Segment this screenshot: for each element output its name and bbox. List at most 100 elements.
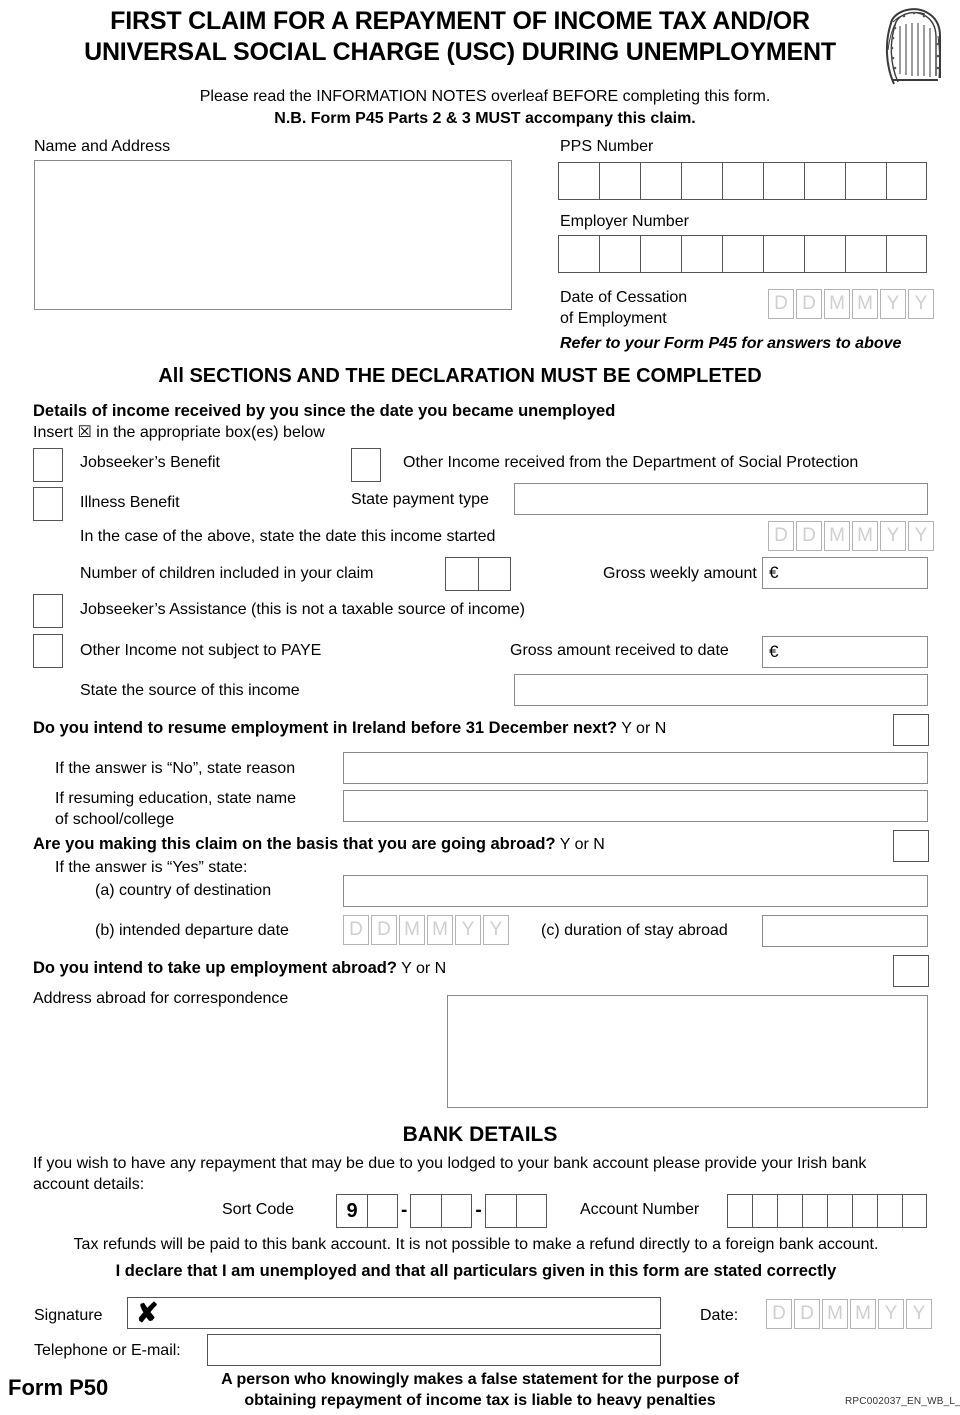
date-cell-month2[interactable]: M (850, 1299, 876, 1329)
date-cell-day1[interactable]: D (343, 915, 369, 945)
insert-suffix-text: in the appropriate box(es) below (96, 424, 325, 441)
pps-cell[interactable] (886, 162, 927, 200)
cessation-date-input[interactable]: D D M M Y Y (768, 289, 934, 319)
date-cell-month2[interactable]: M (852, 289, 878, 319)
account-number-label: Account Number (580, 1201, 700, 1218)
other-income-paye-checkbox[interactable] (33, 634, 63, 668)
departure-date-input[interactable]: D D M M Y Y (343, 915, 509, 945)
employer-cell[interactable] (886, 235, 927, 273)
sort-code-cell[interactable] (484, 1194, 516, 1228)
telephone-email-input[interactable] (207, 1334, 661, 1366)
other-income-dsp-label: Other Income received from the Departmen… (403, 454, 859, 471)
sort-code-label: Sort Code (222, 1201, 295, 1218)
checked-box-icon: ☒ (77, 424, 92, 441)
country-destination-input[interactable] (343, 875, 928, 907)
date-cell-year1[interactable]: Y (880, 521, 906, 551)
date-cell-day1[interactable]: D (768, 289, 794, 319)
employer-cell[interactable] (558, 235, 599, 273)
account-number-input[interactable] (727, 1194, 927, 1228)
account-number-cell[interactable] (827, 1194, 852, 1228)
pps-cell[interactable] (722, 162, 763, 200)
date-cell-day1[interactable]: D (768, 521, 794, 551)
date-cell-year1[interactable]: Y (880, 289, 906, 319)
date-cell-month1[interactable]: M (399, 915, 425, 945)
sort-code-cell[interactable] (515, 1194, 547, 1228)
children-count-input[interactable] (445, 557, 511, 591)
date-cell-day2[interactable]: D (794, 1299, 820, 1329)
p45-note-subtitle: N.B. Form P45 Parts 2 & 3 MUST accompany… (274, 110, 696, 127)
pps-cell[interactable] (804, 162, 845, 200)
employer-cell[interactable] (640, 235, 681, 273)
employment-abroad-answer-input[interactable] (893, 955, 929, 987)
income-started-date-input[interactable]: D D M M Y Y (768, 521, 934, 551)
no-reason-input[interactable] (343, 752, 928, 784)
children-cell[interactable] (445, 557, 478, 591)
state-payment-type-input[interactable] (514, 483, 928, 515)
children-cell[interactable] (478, 557, 511, 591)
employer-cell[interactable] (599, 235, 640, 273)
employer-cell[interactable] (763, 235, 804, 273)
date-cell-year2[interactable]: Y (908, 289, 934, 319)
sort-code-separator: - (475, 1200, 482, 1221)
pps-cell[interactable] (640, 162, 681, 200)
account-number-cell[interactable] (877, 1194, 902, 1228)
date-cell-year2[interactable]: Y (908, 521, 934, 551)
sort-code-cell[interactable] (441, 1194, 473, 1228)
sort-code-input[interactable]: 9 - - (336, 1194, 547, 1228)
jobseekers-benefit-checkbox[interactable] (33, 448, 63, 482)
school-college-input[interactable] (343, 790, 928, 822)
date-cell-year1[interactable]: Y (878, 1299, 904, 1329)
jobseekers-assistance-checkbox[interactable] (33, 594, 63, 628)
pps-cell[interactable] (599, 162, 640, 200)
employer-cell[interactable] (722, 235, 763, 273)
date-cell-year1[interactable]: Y (455, 915, 481, 945)
page-title-line1: FIRST CLAIM FOR A REPAYMENT OF INCOME TA… (110, 7, 810, 35)
date-cell-day2[interactable]: D (371, 915, 397, 945)
pps-number-input[interactable] (558, 162, 927, 200)
date-cell-year2[interactable]: Y (906, 1299, 932, 1329)
all-sections-heading: All SECTIONS AND THE DECLARATION MUST BE… (158, 365, 762, 387)
gross-weekly-amount-input[interactable]: € (762, 557, 928, 589)
employer-cell[interactable] (804, 235, 845, 273)
sort-code-cell[interactable] (410, 1194, 442, 1228)
account-number-cell[interactable] (777, 1194, 802, 1228)
name-address-input[interactable] (34, 160, 512, 310)
illness-benefit-checkbox[interactable] (33, 487, 63, 521)
date-cell-day1[interactable]: D (766, 1299, 792, 1329)
duration-stay-input[interactable] (762, 915, 928, 947)
account-number-cell[interactable] (727, 1194, 752, 1228)
going-abroad-answer-input[interactable] (893, 830, 929, 862)
pps-cell[interactable] (845, 162, 886, 200)
date-cell-year2[interactable]: Y (483, 915, 509, 945)
date-cell-month2[interactable]: M (427, 915, 453, 945)
income-source-input[interactable] (514, 674, 928, 706)
date-cell-day2[interactable]: D (796, 289, 822, 319)
address-abroad-input[interactable] (447, 995, 928, 1108)
account-number-cell[interactable] (802, 1194, 827, 1228)
employer-number-input[interactable] (558, 235, 927, 273)
account-number-cell[interactable] (752, 1194, 777, 1228)
pps-cell[interactable] (681, 162, 722, 200)
employer-cell[interactable] (681, 235, 722, 273)
date-cell-day2[interactable]: D (796, 521, 822, 551)
account-number-cell[interactable] (852, 1194, 877, 1228)
other-income-dsp-checkbox[interactable] (351, 448, 381, 482)
resume-employment-answer-input[interactable] (893, 714, 929, 746)
account-number-cell[interactable] (902, 1194, 927, 1228)
pps-cell[interactable] (763, 162, 804, 200)
sort-code-cell[interactable] (367, 1194, 398, 1228)
date-cell-month2[interactable]: M (852, 521, 878, 551)
employer-cell[interactable] (845, 235, 886, 273)
pps-cell[interactable] (558, 162, 599, 200)
declaration-date-input[interactable]: D D M M Y Y (766, 1299, 932, 1329)
going-abroad-yn-hint: Y or N (559, 836, 605, 853)
income-started-label: In the case of the above, state the date… (80, 528, 496, 545)
date-cell-month1[interactable]: M (824, 521, 850, 551)
other-income-paye-label: Other Income not subject to PAYE (80, 642, 322, 659)
gross-to-date-input[interactable]: € (762, 636, 928, 668)
signature-input[interactable]: ✘ (127, 1297, 661, 1329)
sort-code-cell[interactable]: 9 (336, 1194, 367, 1228)
duration-stay-label: (c) duration of stay abroad (541, 922, 728, 939)
date-cell-month1[interactable]: M (822, 1299, 848, 1329)
date-cell-month1[interactable]: M (824, 289, 850, 319)
